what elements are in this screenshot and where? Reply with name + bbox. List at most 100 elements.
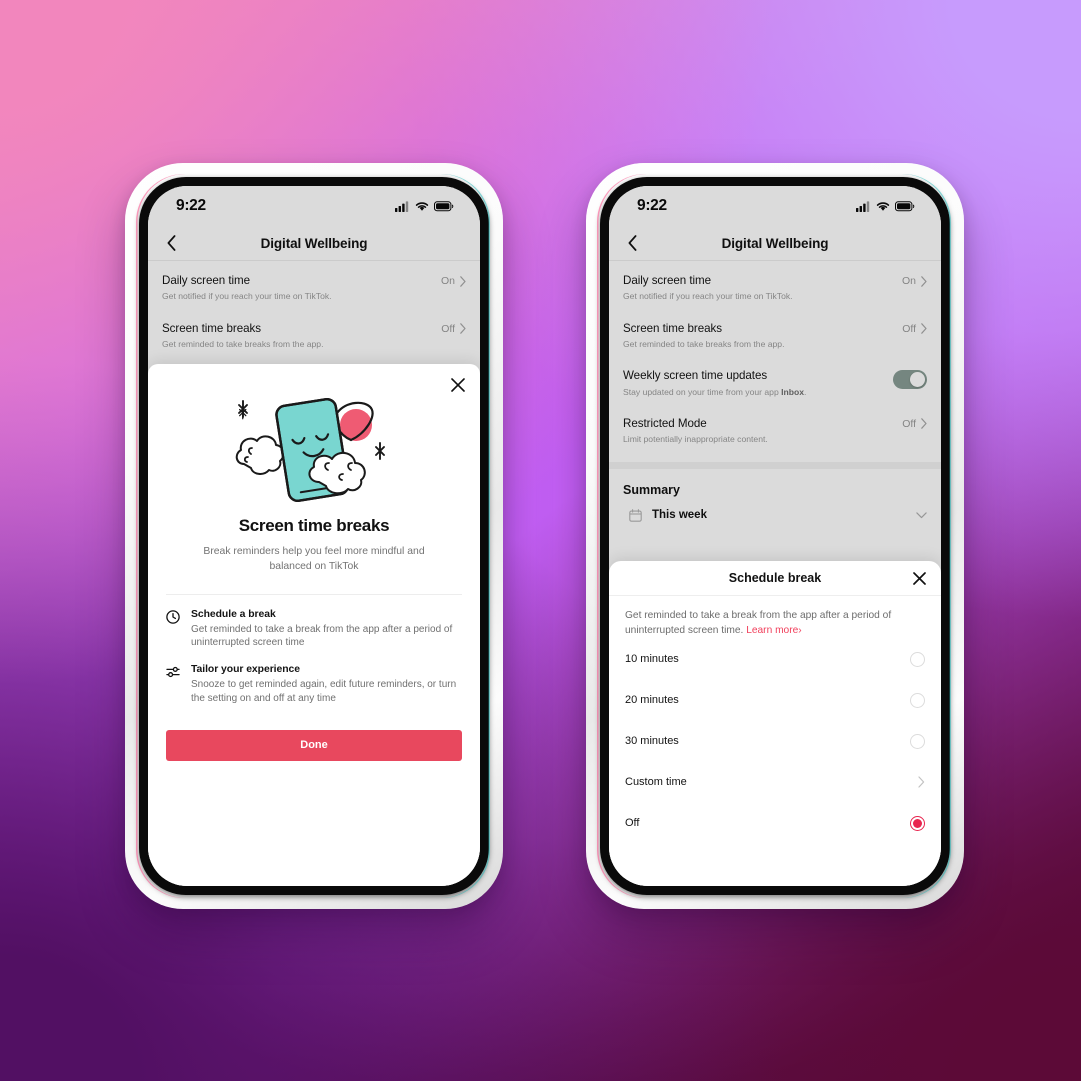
sublabel-inbox: Inbox (781, 386, 805, 397)
settings-row-value: Off (441, 322, 455, 335)
learn-more-link[interactable]: Learn more› (746, 625, 802, 636)
sheet-header: Schedule break (609, 561, 941, 596)
sheet-title: Schedule break (728, 571, 822, 585)
sheet-bottom-padding (609, 844, 941, 878)
summary-section-title: Summary (623, 482, 680, 497)
chevron-right-icon (921, 323, 927, 334)
feature-schedule-a-break: Schedule a break Get reminded to take a … (148, 595, 480, 651)
learn-more-label: Learn more (746, 624, 799, 636)
option-label: 10 minutes (625, 653, 679, 666)
phone-screen-left: 9:22 Digital Wellbeing Daily screen time… (148, 186, 480, 886)
wifi-icon (876, 201, 890, 211)
settings-row-daily-screen-time[interactable]: Daily screen time Get notified if you re… (609, 261, 941, 309)
schedule-break-sheet: Schedule break Get reminded to take a br… (609, 561, 941, 886)
phone-mockup-right: 9:22 Digital Wellbeing Daily screen time… (586, 163, 964, 909)
sleeping-phone-clouds-planet-illustration (235, 397, 385, 502)
settings-row-label: Restricted Mode (623, 416, 707, 430)
phone-screen-right: 9:22 Digital Wellbeing Daily screen time… (609, 186, 941, 886)
feature-description: Snooze to get reminded again, edit futur… (191, 679, 457, 704)
nav-bar: Digital Wellbeing (609, 226, 941, 261)
feature-tailor-your-experience: Tailor your experience Snooze to get rem… (148, 650, 480, 706)
radio-selected[interactable] (910, 815, 925, 831)
clock-icon (166, 609, 180, 624)
close-icon (451, 378, 465, 392)
option-row-20-minutes[interactable]: 20 minutes (609, 680, 941, 721)
option-label: 30 minutes (625, 735, 679, 748)
done-button[interactable]: Done (166, 729, 462, 761)
settings-row-sublabel: Get reminded to take breaks from the app… (162, 339, 324, 350)
status-bar: 9:22 (148, 186, 480, 226)
onboarding-title: Screen time breaks (238, 516, 390, 535)
settings-row-label: Weekly screen time updates (623, 369, 768, 383)
option-label: Off (625, 817, 640, 830)
status-bar-icons (856, 200, 915, 212)
phone-mockup-left: 9:22 Digital Wellbeing Daily screen time… (125, 163, 503, 909)
settings-list: Daily screen time Get notified if you re… (609, 261, 941, 522)
sheet-description: Get reminded to take a break from the ap… (609, 596, 941, 639)
settings-row-screen-time-breaks[interactable]: Screen time breaks Get reminded to take … (148, 309, 480, 357)
settings-row-weekly-screen-time-updates[interactable]: Weekly screen time updates Stay updated … (609, 356, 941, 404)
toggle-knob (910, 372, 925, 388)
settings-row-label: Screen time breaks (162, 321, 261, 335)
option-label: Custom time (625, 776, 687, 789)
chevron-right-icon (921, 418, 927, 430)
page-title: Digital Wellbeing (721, 235, 829, 251)
chevron-left-icon (167, 235, 175, 251)
summary-period-row[interactable]: This week (609, 503, 941, 522)
settings-row-value: Off (902, 322, 916, 335)
settings-row-label: Screen time breaks (623, 321, 722, 335)
calendar-icon (629, 508, 642, 522)
feature-description: Get reminded to take a break from the ap… (191, 623, 453, 649)
status-bar: 9:22 (609, 186, 941, 226)
settings-row-sublabel: Stay updated on your time from your app … (623, 387, 806, 398)
back-button[interactable] (621, 232, 643, 254)
cellular-signal-icon (856, 200, 870, 212)
chevron-right-icon (918, 776, 925, 788)
back-button[interactable] (160, 232, 182, 254)
settings-row-label: Daily screen time (623, 274, 712, 287)
phone-bezel: 9:22 Digital Wellbeing Daily screen time… (139, 177, 489, 895)
settings-list: Daily screen time Get notified if you re… (148, 261, 480, 357)
onboarding-subtitle: Break reminders help you feel more mindf… (203, 546, 425, 572)
sublabel-pre: Stay updated on your time from your app (623, 386, 782, 397)
radio-unselected[interactable] (910, 692, 925, 708)
chevron-down-icon (916, 511, 927, 518)
battery-icon (895, 200, 915, 211)
battery-icon (434, 200, 454, 211)
settings-row-daily-screen-time[interactable]: Daily screen time Get notified if you re… (148, 261, 480, 309)
status-bar-time: 9:22 (176, 197, 206, 214)
option-row-off[interactable]: Off (609, 803, 941, 844)
option-label: 20 minutes (625, 694, 679, 707)
chevron-right-icon (460, 323, 466, 334)
settings-row-sublabel: Get notified if you reach your time on T… (162, 291, 332, 302)
close-button[interactable] (449, 376, 467, 394)
screen-time-breaks-onboarding-sheet: Screen time breaks Break reminders help … (148, 364, 480, 886)
summary-period-label: This week (652, 509, 707, 522)
sliders-icon (166, 666, 180, 678)
settings-row-sublabel: Limit potentially inappropriate content. (623, 434, 768, 445)
settings-row-screen-time-breaks[interactable]: Screen time breaks Get reminded to take … (609, 309, 941, 357)
option-row-30-minutes[interactable]: 30 minutes (609, 721, 941, 762)
option-row-custom-time[interactable]: Custom time (609, 762, 941, 803)
chevron-right-icon (921, 275, 927, 287)
radio-unselected[interactable] (910, 733, 925, 749)
settings-row-restricted-mode[interactable]: Restricted Mode Limit potentially inappr… (609, 404, 941, 452)
status-bar-icons (395, 200, 454, 212)
chevron-left-icon (628, 235, 636, 251)
learn-more-chevron-icon: › (798, 624, 802, 636)
settings-row-value: On (440, 275, 455, 287)
weekly-updates-toggle[interactable] (893, 370, 927, 390)
page-title: Digital Wellbeing (260, 235, 368, 251)
settings-row-sublabel: Get notified if you reach your time on T… (623, 291, 793, 302)
radio-unselected[interactable] (910, 651, 925, 667)
sublabel-post: . (804, 386, 807, 397)
status-bar-time: 9:22 (637, 197, 667, 214)
cellular-signal-icon (395, 200, 409, 212)
phone-bezel: 9:22 Digital Wellbeing Daily screen time… (600, 177, 950, 895)
close-button[interactable] (911, 570, 927, 586)
illustration-container (148, 364, 480, 506)
option-row-10-minutes[interactable]: 10 minutes (609, 639, 941, 680)
section-divider (609, 461, 941, 469)
settings-row-sublabel: Get reminded to take breaks from the app… (623, 339, 785, 350)
settings-row-value: On (901, 275, 916, 287)
